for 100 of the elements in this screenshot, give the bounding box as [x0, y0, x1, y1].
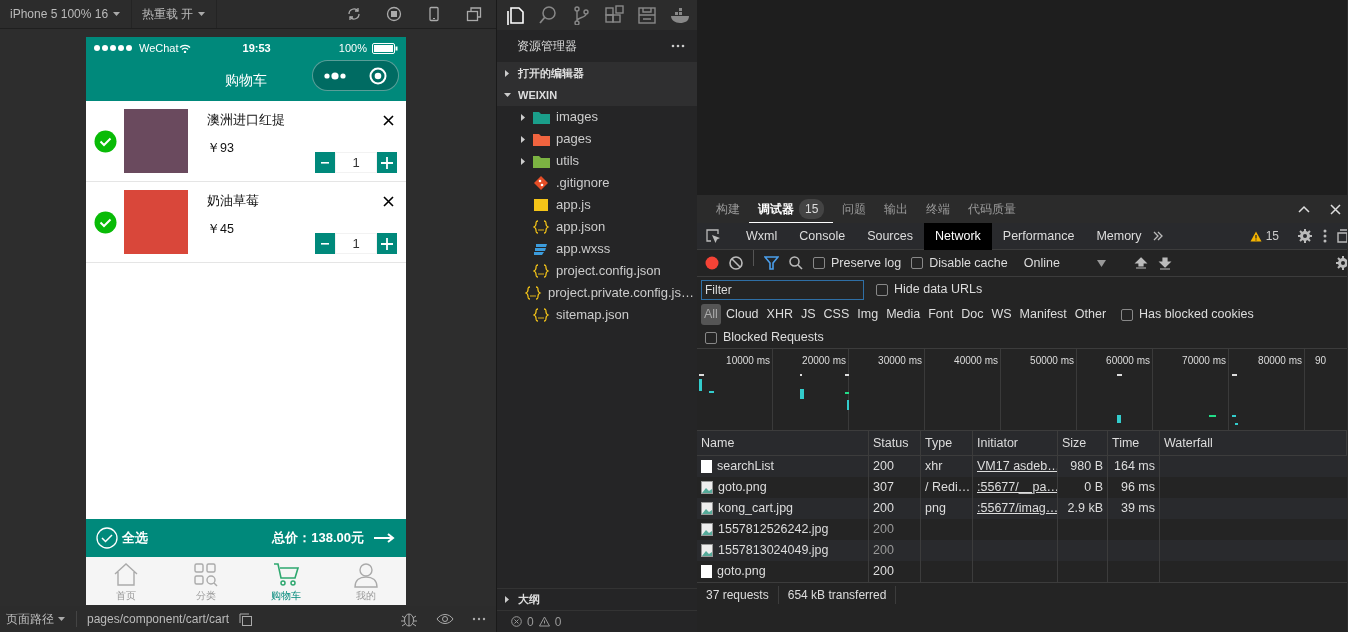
type-filter[interactable]: Doc — [958, 304, 987, 325]
more-icon[interactable] — [472, 617, 486, 621]
request-name[interactable]: 1557813024049.jpg — [718, 541, 829, 560]
error-icon[interactable] — [511, 616, 522, 627]
type-filter[interactable]: Cloud — [722, 304, 762, 325]
request-name[interactable]: searchList — [717, 457, 774, 476]
file-tree-item[interactable]: app.wxss — [497, 238, 697, 260]
error-count[interactable]: 0 — [527, 612, 534, 631]
filter-field[interactable]: Filter — [701, 279, 864, 300]
request-name[interactable]: 1557812526242.jpg — [718, 520, 829, 539]
warning-count[interactable]: 15 — [1265, 227, 1279, 245]
request-name[interactable]: goto.png — [717, 562, 766, 581]
refresh-icon[interactable] — [346, 6, 362, 22]
column-header[interactable]: Waterfall — [1160, 431, 1347, 455]
warning-icon[interactable] — [1249, 230, 1262, 242]
column-header[interactable]: Status — [869, 431, 921, 455]
select-all-label[interactable]: 全选 — [122, 528, 148, 548]
files-icon[interactable] — [505, 5, 525, 25]
delete-icon[interactable] — [383, 115, 394, 126]
more-icon[interactable] — [671, 44, 685, 48]
hot-reload-toggle[interactable]: 热重载 开 — [142, 5, 194, 23]
file-tree-item[interactable]: app.js — [497, 194, 697, 216]
eye-icon[interactable] — [436, 613, 454, 625]
blocked-requests-checkbox[interactable]: Blocked Requests — [705, 328, 824, 347]
panel-tab[interactable]: 输出 — [875, 195, 918, 223]
devtools-tab[interactable]: Performance — [991, 222, 1086, 250]
devtools-tab[interactable]: Wxml — [735, 222, 789, 250]
devtools-tab[interactable]: Network — [924, 222, 992, 250]
caret-icon[interactable] — [1096, 259, 1106, 267]
file-tree-item[interactable]: pages — [497, 128, 697, 150]
caret-icon[interactable] — [519, 112, 527, 122]
caret-icon[interactable] — [112, 10, 122, 18]
check-circle-icon[interactable] — [94, 129, 117, 153]
hide-data-urls-checkbox[interactable]: Hide data URLs — [876, 280, 983, 299]
page-path-selector[interactable]: 页面路径 — [6, 610, 66, 628]
filter-icon[interactable] — [764, 256, 779, 270]
dock-icon[interactable] — [1337, 229, 1347, 243]
file-tree-item[interactable]: .gitignore — [497, 172, 697, 194]
file-tree-item[interactable]: project.config.json — [497, 260, 697, 282]
type-filter[interactable]: Media — [883, 304, 924, 325]
whale-icon[interactable] — [670, 5, 690, 25]
more-icon[interactable] — [324, 71, 347, 80]
devtools-tab[interactable]: Memory — [1085, 222, 1153, 250]
settings-icon[interactable] — [1297, 228, 1313, 244]
settings-icon[interactable] — [1335, 255, 1347, 271]
panel-tab[interactable]: 终端 — [917, 195, 960, 223]
file-tree-item[interactable]: app.json — [497, 216, 697, 238]
clear-icon[interactable] — [729, 256, 743, 270]
column-header[interactable]: Size — [1058, 431, 1108, 455]
column-header[interactable]: Time — [1108, 431, 1160, 455]
file-tree-item[interactable]: project.private.config.js… — [497, 282, 697, 304]
search-icon[interactable] — [538, 5, 558, 25]
devtools-tab[interactable]: Sources — [856, 222, 924, 250]
double-chevron-icon[interactable] — [1152, 231, 1163, 241]
request-name[interactable]: kong_cart.jpg — [718, 499, 794, 518]
check-circle-icon[interactable] — [94, 210, 117, 234]
select-all-checkbox[interactable] — [96, 527, 118, 549]
stop-icon[interactable] — [386, 6, 402, 22]
file-tree-item[interactable]: images — [497, 106, 697, 128]
quantity-field[interactable]: 1 — [335, 152, 377, 173]
decrement-button[interactable] — [315, 152, 335, 173]
caret-icon[interactable] — [503, 68, 512, 78]
type-filter[interactable]: Other — [1071, 304, 1110, 325]
type-filter[interactable]: Font — [925, 304, 957, 325]
column-header[interactable]: Name — [697, 431, 869, 455]
warning-count[interactable]: 0 — [554, 612, 562, 631]
type-filter[interactable]: CSS — [820, 304, 853, 325]
caret-icon[interactable] — [519, 134, 527, 144]
column-header[interactable]: Initiator — [973, 431, 1058, 455]
section-header[interactable]: WEIXIN — [497, 84, 697, 106]
column-header[interactable]: Type — [921, 431, 973, 455]
device-selector[interactable]: iPhone 5 100% 16 — [10, 5, 109, 23]
warning-icon[interactable] — [538, 616, 550, 627]
caret-icon[interactable] — [58, 616, 66, 622]
initiator-link[interactable]: :55677/__pa… — [977, 478, 1057, 497]
increment-button[interactable] — [377, 152, 397, 173]
caret-icon[interactable] — [197, 10, 207, 18]
type-filter[interactable]: JS — [798, 304, 819, 325]
record-button[interactable] — [705, 256, 719, 270]
devtools-tab[interactable]: Console — [788, 222, 857, 250]
initiator-link[interactable]: VM17 asdeb… — [977, 457, 1057, 476]
type-filter[interactable]: Img — [854, 304, 882, 325]
phone-icon[interactable] — [426, 6, 442, 22]
quantity-field[interactable]: 1 — [335, 233, 377, 254]
checkout-arrow-icon[interactable] — [374, 533, 396, 543]
caret-icon[interactable] — [503, 90, 512, 100]
download-icon[interactable] — [1157, 256, 1172, 270]
disable-cache-checkbox[interactable]: Disable cache — [911, 253, 1008, 273]
type-filter[interactable]: XHR — [763, 304, 796, 325]
branch-icon[interactable] — [571, 5, 591, 25]
bug-icon[interactable] — [400, 611, 418, 627]
throttle-dropdown[interactable]: Online — [1023, 253, 1106, 273]
section-header[interactable]: 打开的编辑器 — [497, 62, 697, 84]
panel-tab[interactable]: 构建 — [707, 195, 749, 223]
upload-icon[interactable] — [1133, 256, 1148, 270]
blocks-icon[interactable] — [604, 5, 624, 25]
type-filter[interactable]: Manifest — [1016, 304, 1070, 325]
close-icon[interactable] — [1330, 203, 1341, 215]
kebab-menu-icon[interactable] — [1323, 229, 1327, 243]
caret-icon[interactable] — [503, 595, 512, 604]
